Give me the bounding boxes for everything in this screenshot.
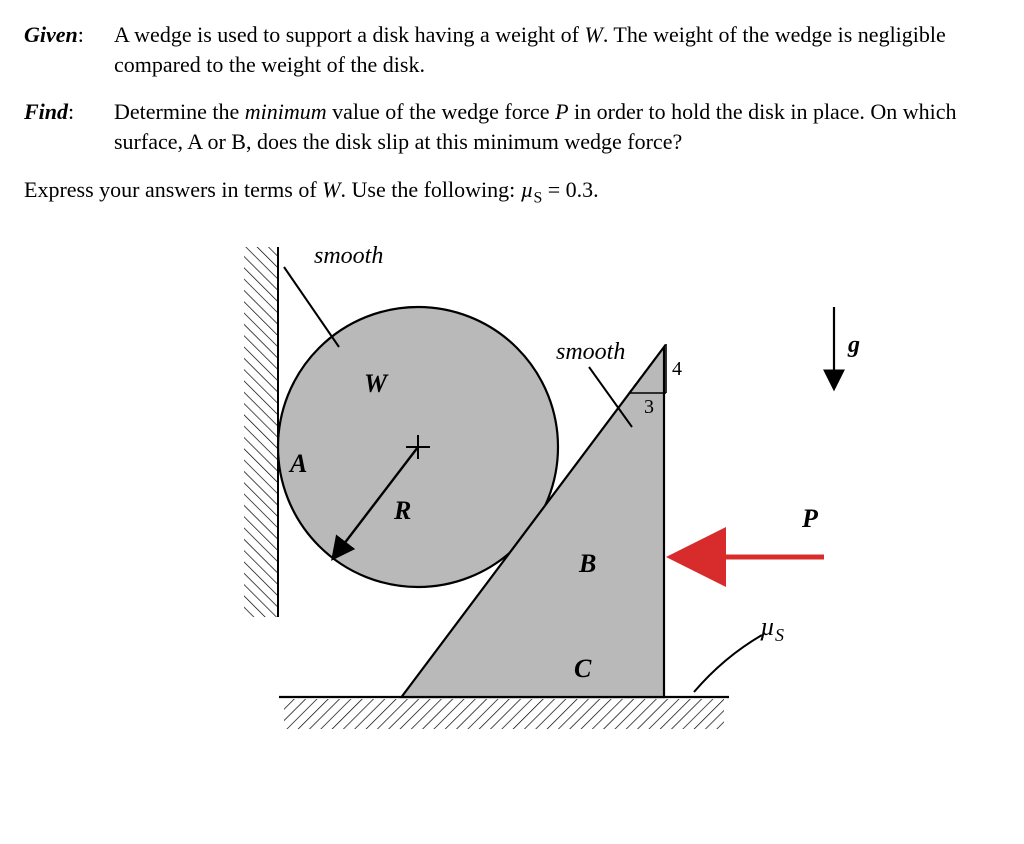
g-label: g [847, 332, 860, 358]
find-label-text: Find [24, 99, 68, 124]
smooth-wall-tick [284, 267, 339, 347]
W-label: W [364, 369, 389, 398]
B-label: B [578, 549, 596, 578]
given-W: W [585, 22, 603, 47]
given-row: Given: A wedge is used to support a disk… [24, 20, 1000, 79]
express-text-b: . Use the following: [341, 177, 521, 202]
express-mu: µ [521, 177, 534, 202]
given-text-a: A wedge is used to support a disk having… [114, 22, 585, 47]
figure-svg: smooth smooth 4 3 W A R B C P g µS [224, 237, 864, 757]
given-label-text: Given [24, 22, 78, 47]
find-text-b: value of the wedge force [327, 99, 555, 124]
find-row: Find: Determine the minimum value of the… [24, 97, 1000, 156]
find-text-a: Determine the [114, 99, 245, 124]
slope-h-label: 3 [644, 396, 654, 418]
find-label: Find: [24, 97, 114, 127]
figure: smooth smooth 4 3 W A R B C P g µS [24, 237, 1000, 765]
wall-hatch-icon [244, 247, 278, 617]
ground-hatch-icon [284, 699, 724, 729]
find-P: P [555, 99, 568, 124]
C-label: C [574, 654, 592, 683]
given-text: A wedge is used to support a disk having… [114, 20, 1000, 79]
slope-v-label: 4 [672, 358, 682, 380]
A-label: A [288, 449, 307, 478]
R-label: R [393, 496, 411, 525]
smooth-wall-label: smooth [314, 243, 383, 269]
express-eq: = 0.3. [542, 177, 598, 202]
express-W: W [322, 177, 340, 202]
express-mu-sub: S [533, 189, 542, 206]
mu-label: µS [760, 612, 784, 645]
smooth-wedge-label: smooth [556, 339, 625, 365]
P-label: P [801, 504, 819, 533]
mu-arc-icon [694, 635, 762, 692]
find-minimum: minimum [245, 99, 327, 124]
express-text-a: Express your answers in terms of [24, 177, 322, 202]
find-text: Determine the minimum value of the wedge… [114, 97, 1000, 156]
express-row: Express your answers in terms of W. Use … [24, 175, 1000, 209]
given-label: Given: [24, 20, 114, 50]
